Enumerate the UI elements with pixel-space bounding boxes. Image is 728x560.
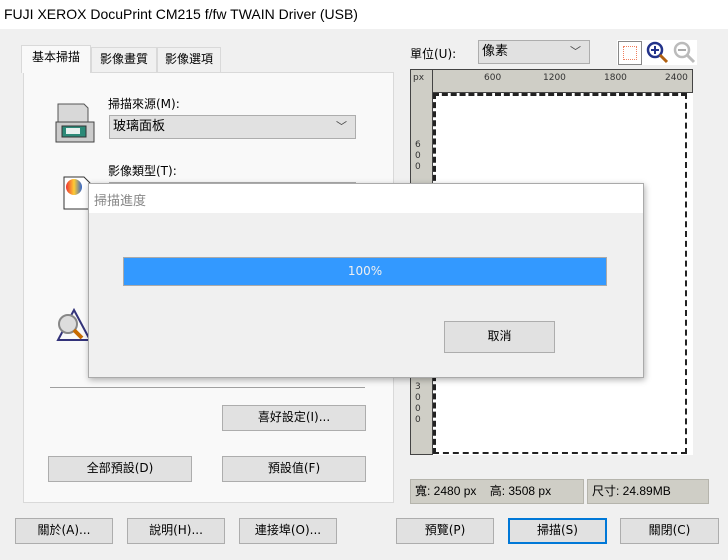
adjust-magnifier-icon xyxy=(56,308,92,341)
zoom-out-icon[interactable] xyxy=(673,41,697,65)
unit-value: 像素 xyxy=(482,44,509,59)
title-bar: FUJI XEROX DocuPrint CM215 f/fw TWAIN Dr… xyxy=(0,0,728,29)
ruler-tick: 2400 xyxy=(665,73,688,83)
window-title: FUJI XEROX DocuPrint CM215 f/fw TWAIN Dr… xyxy=(4,6,358,22)
preview-button[interactable]: 預覽(P) xyxy=(396,518,494,544)
tab-basic-scan[interactable]: 基本掃描 xyxy=(21,45,91,73)
ruler-tick: 3000 xyxy=(415,382,421,425)
scan-source-value: 玻璃面板 xyxy=(113,119,166,134)
help-button[interactable]: 說明(H)... xyxy=(127,518,225,544)
all-defaults-button[interactable]: 全部預設(D) xyxy=(48,456,192,482)
scan-source-label: 掃描來源(M): xyxy=(108,97,180,111)
unit-label: 單位(U): xyxy=(410,47,457,61)
ruler-unit: px xyxy=(413,73,425,83)
dialog-title: 掃描進度 xyxy=(94,194,147,209)
chevron-down-icon: ﹀ xyxy=(336,120,347,133)
ruler-tick: 1200 xyxy=(543,73,566,83)
width-readout: 寬: 2480 px xyxy=(415,484,477,498)
height-readout: 高: 3508 px xyxy=(489,484,552,498)
select-area-button[interactable] xyxy=(618,41,642,65)
size-readout: 尺寸: 24.89MB xyxy=(587,479,709,504)
close-button[interactable]: 關閉(C) xyxy=(620,518,719,544)
cancel-button[interactable]: 取消 xyxy=(444,321,555,353)
zoom-in-icon[interactable] xyxy=(646,41,670,65)
dimensions-status: 寬: 2480 px 高: 3508 px xyxy=(410,479,584,504)
ruler-tick: 1800 xyxy=(604,73,627,83)
tab-image-quality[interactable]: 影像畫質 xyxy=(91,47,157,72)
scan-source-select[interactable]: 玻璃面板 ﹀ xyxy=(109,115,356,139)
image-type-label: 影像類型(T): xyxy=(108,164,177,178)
tab-image-options[interactable]: 影像選項 xyxy=(157,47,221,72)
progress-percent: 100% xyxy=(347,264,383,278)
about-button[interactable]: 關於(A)... xyxy=(15,518,113,544)
chevron-down-icon: ﹀ xyxy=(570,45,581,58)
defaults-button[interactable]: 預設值(F) xyxy=(222,456,366,482)
ruler-tick: 600 xyxy=(415,140,421,172)
selection-rect-icon xyxy=(623,46,637,60)
divider xyxy=(50,387,365,388)
scanner-icon xyxy=(55,103,95,143)
scan-button[interactable]: 掃描(S) xyxy=(508,518,607,544)
unit-select[interactable]: 像素 ﹀ xyxy=(478,40,590,64)
progress-bar: 100% xyxy=(123,257,607,286)
dialog-title-bar: 掃描進度 xyxy=(89,184,643,213)
port-button[interactable]: 連接埠(O)... xyxy=(239,518,337,544)
preferences-button[interactable]: 喜好設定(I)... xyxy=(222,405,366,431)
scan-progress-dialog: 掃描進度 100% 取消 xyxy=(88,183,644,378)
ruler-tick: 600 xyxy=(484,73,502,83)
